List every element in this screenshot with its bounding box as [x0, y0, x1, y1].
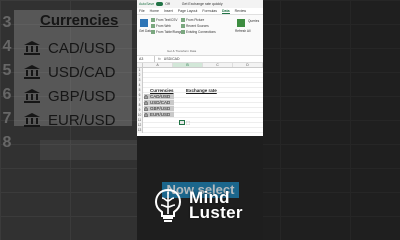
background-shade-left — [0, 0, 137, 240]
refresh-all-button[interactable]: Refresh All — [235, 29, 250, 33]
from-table-range-button[interactable]: From Table/Range — [151, 30, 182, 34]
bank-icon — [144, 112, 148, 117]
selected-cell[interactable] — [179, 120, 185, 125]
column-header-b[interactable]: B — [173, 63, 203, 67]
ribbon-tabs: File Home Insert Page Layout Formulas Da… — [137, 8, 263, 15]
autosave-state: Off — [165, 2, 170, 6]
ribbon-data: Get Data From Text/CSV From Web From Tab… — [137, 15, 263, 56]
name-box[interactable]: A3 — [137, 56, 155, 62]
connections-icon — [181, 30, 185, 34]
get-data-icon[interactable] — [140, 19, 148, 27]
bank-icon — [144, 100, 148, 105]
formula-input[interactable]: USD/CAD — [164, 57, 180, 61]
currency-label: USD/CAD — [150, 100, 171, 105]
from-text-csv-button[interactable]: From Text/CSV — [151, 18, 178, 22]
tab-file[interactable]: File — [139, 9, 145, 13]
tab-insert[interactable]: Insert — [164, 9, 173, 13]
from-picture-button[interactable]: From Picture — [181, 18, 204, 22]
brain-bulb-icon — [154, 188, 182, 222]
bank-icon — [144, 94, 148, 99]
logo-text: Mind Luster — [189, 189, 243, 222]
currency-cell[interactable]: EUR/USD — [144, 112, 174, 118]
recent-sources-button[interactable]: Recent Sources — [181, 24, 209, 28]
column-header-a[interactable]: A — [143, 63, 173, 67]
get-data-button[interactable]: Get Data — [139, 29, 152, 33]
existing-connections-button[interactable]: Existing Connections — [181, 30, 216, 34]
paste-options-icon[interactable]: ⬚ — [186, 120, 190, 125]
row-number[interactable]: 13 — [137, 128, 143, 133]
bank-icon — [144, 106, 148, 111]
autosave-toggle[interactable] — [156, 2, 164, 6]
picture-icon — [181, 18, 185, 22]
tab-data[interactable]: Data — [222, 9, 230, 14]
globe-icon — [151, 24, 155, 28]
table-icon — [151, 30, 155, 34]
fx-icon[interactable]: fx — [155, 57, 164, 61]
currency-label: CAD/USD — [150, 94, 171, 99]
tab-home[interactable]: Home — [150, 9, 159, 13]
logo-line-2: Luster — [189, 203, 243, 222]
autosave-label: AutoSave — [139, 2, 155, 6]
mindluster-logo: Mind Luster — [153, 188, 243, 222]
text-csv-icon — [151, 18, 155, 22]
currency-label: EUR/USD — [150, 112, 171, 117]
ribbon-group-label: Get & Transform Data — [167, 49, 197, 53]
column-header-d[interactable]: D — [233, 63, 263, 67]
sheet-heading-exchange-rate[interactable]: Exchange rate — [186, 88, 217, 93]
table-row: 13 — [137, 128, 263, 133]
formula-bar: A3 fx USD/CAD — [137, 56, 263, 63]
excel-titlebar: AutoSave Off Get Exchange rate quickly — [137, 0, 263, 8]
column-header-c[interactable]: C — [203, 63, 233, 67]
currency-label: GBP/USD — [150, 106, 171, 111]
queries-button[interactable]: Queries — [248, 19, 259, 23]
refresh-all-icon[interactable] — [237, 19, 245, 27]
sheet-heading-currencies[interactable]: Currencies — [150, 88, 174, 93]
document-title: Get Exchange rate quickly — [181, 2, 223, 6]
recent-icon — [181, 24, 185, 28]
background-shade-right — [263, 0, 400, 240]
tab-review[interactable]: Review — [235, 9, 246, 13]
from-web-button[interactable]: From Web — [151, 24, 171, 28]
tab-page-layout[interactable]: Page Layout — [178, 9, 198, 13]
tab-formulas[interactable]: Formulas — [202, 9, 217, 13]
